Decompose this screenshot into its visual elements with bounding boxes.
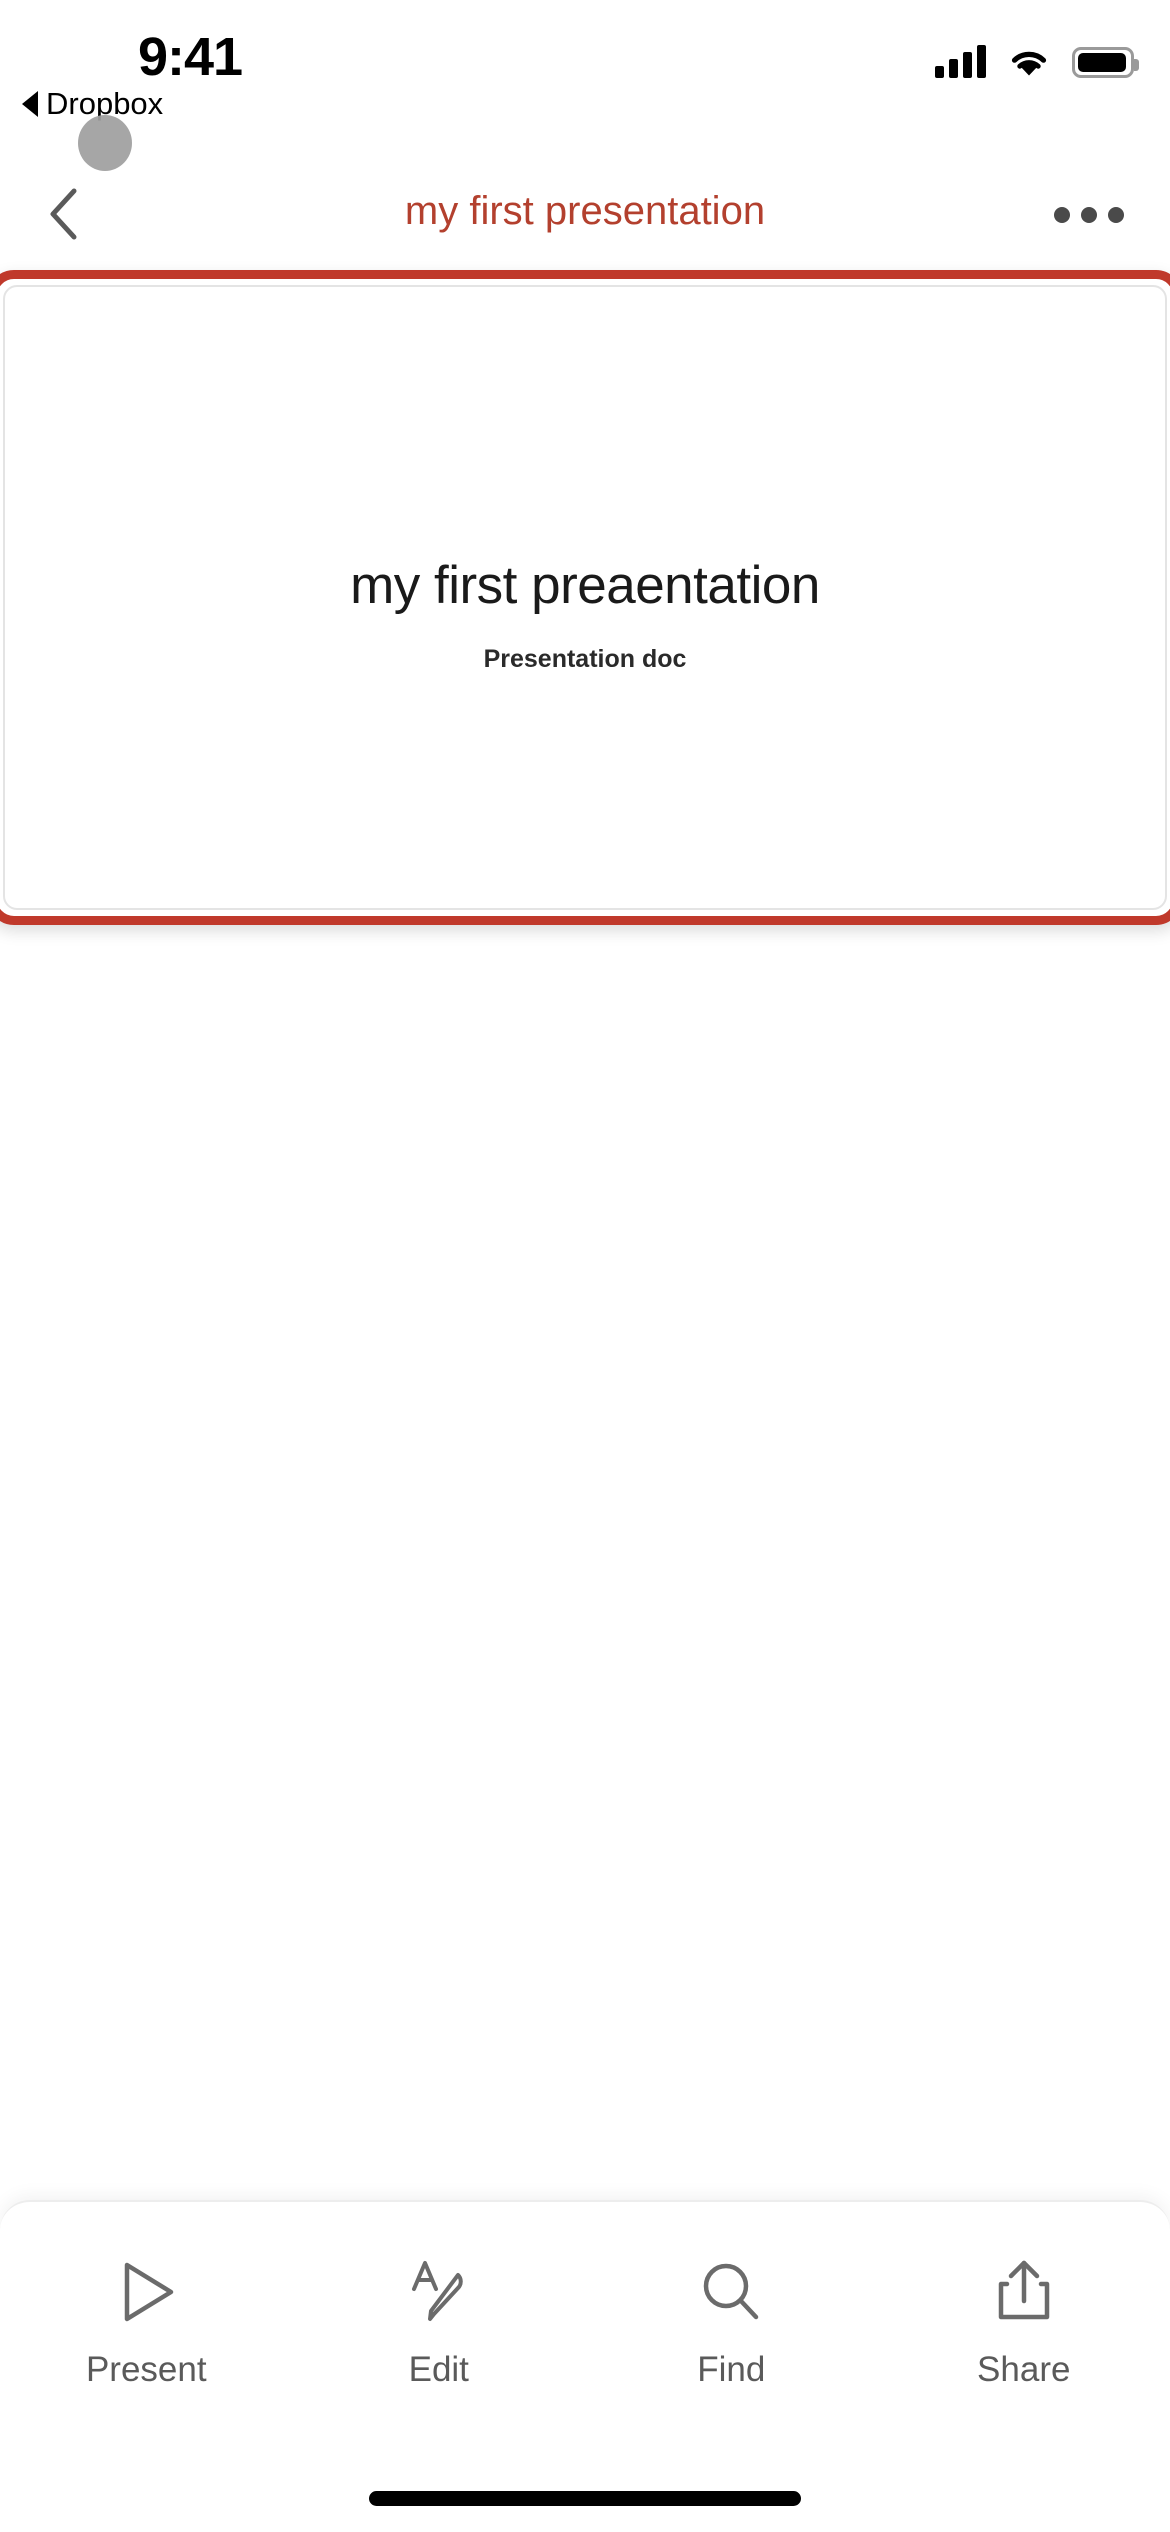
toolbar-item-present[interactable]: Present xyxy=(46,2250,246,2396)
battery-full-icon xyxy=(1072,47,1139,78)
status-bar-time: 9:41 xyxy=(137,27,243,87)
app-screen: 9:41 Dropbox my first presentation my fi… xyxy=(0,0,1170,2532)
toolbar-label-present: Present xyxy=(85,2350,207,2389)
toolbar-label-find: Find xyxy=(697,2350,766,2389)
slide[interactable]: my first preaentation Presentation doc xyxy=(3,285,1167,910)
back-to-dropbox-button[interactable]: Dropbox xyxy=(22,86,163,122)
ellipsis-icon[interactable] xyxy=(1050,197,1128,233)
toolbar-item-edit[interactable]: Edit xyxy=(339,2250,539,2396)
markup-pencil-icon xyxy=(406,2256,472,2328)
slide-canvas[interactable]: my first preaentation Presentation doc xyxy=(0,262,1170,2200)
play-triangle-icon xyxy=(113,2256,179,2328)
share-upload-icon xyxy=(991,2256,1057,2328)
slide-selection-frame[interactable]: my first preaentation Presentation doc xyxy=(0,270,1170,925)
toolbar-item-share[interactable]: Share xyxy=(924,2250,1124,2396)
navigation-bar: my first presentation xyxy=(0,165,1170,260)
home-indicator[interactable] xyxy=(369,2491,801,2506)
bottom-toolbar: Present Edit Find Share xyxy=(0,2200,1170,2532)
toolbar-label-edit: Edit xyxy=(408,2350,469,2389)
cellular-signal-icon xyxy=(935,44,986,78)
slide-title-text[interactable]: my first preaentation xyxy=(5,555,1165,616)
back-triangle-icon xyxy=(22,91,38,117)
toolbar-items: Present Edit Find Share xyxy=(0,2250,1170,2396)
touch-indicator xyxy=(78,115,132,171)
search-icon xyxy=(698,2256,764,2328)
status-bar-icons xyxy=(935,44,1139,78)
wifi-icon xyxy=(1011,51,1047,76)
page-title[interactable]: my first presentation xyxy=(0,189,1170,234)
slide-subtitle-text[interactable]: Presentation doc xyxy=(5,645,1165,674)
toolbar-item-find[interactable]: Find xyxy=(631,2250,831,2396)
toolbar-label-share: Share xyxy=(977,2350,1071,2389)
status-bar: 9:41 xyxy=(0,0,1170,100)
